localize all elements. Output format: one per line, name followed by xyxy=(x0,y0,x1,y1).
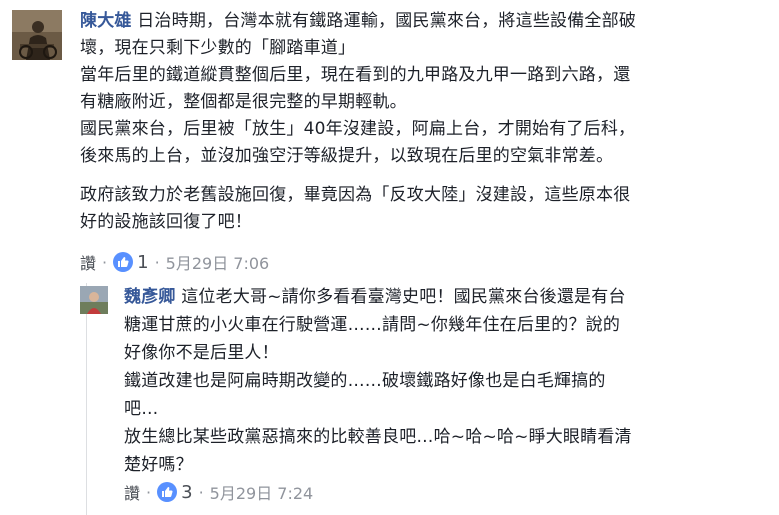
author-name[interactable]: 魏彥卿 xyxy=(124,287,176,307)
reply-meta: 讚 · 3 · 5月29日 7:24 xyxy=(124,480,313,504)
comment-line: 好的設施該回復了吧！ xyxy=(80,212,252,232)
reply-thread-line xyxy=(86,283,87,515)
avatar[interactable] xyxy=(12,10,62,60)
comment-line: 楚好嗎？ xyxy=(124,455,193,475)
comment-line: 後來馬的上台，並沒加強空汙等級提升，以致現在后里的空氣非常差。 xyxy=(80,146,614,166)
like-button[interactable]: 讚 xyxy=(124,480,140,504)
comment-line: 壞，現在只剩下少數的「腳踏車道」 xyxy=(80,38,356,58)
comment-line: 日治時期，台灣本就有鐵路運輸，國民黨來台，將這些設備全部破 xyxy=(137,11,637,31)
timestamp[interactable]: 5月29日 7:24 xyxy=(210,480,314,504)
comment-line: 國民黨來台，后里被「放生」40年沒建設，阿扁上台，才開始有了后科， xyxy=(80,119,636,139)
timestamp[interactable]: 5月29日 7:06 xyxy=(166,250,270,274)
thumbs-up-icon[interactable] xyxy=(157,482,178,502)
comment-line: 吧… xyxy=(124,399,159,419)
comment-line: 政府該致力於老舊設施回復，畢竟因為「反攻大陸」沒建設，這些原本很 xyxy=(80,185,631,205)
avatar[interactable] xyxy=(80,286,108,314)
reply-text: 魏彥卿 這位老大哥~請你多看看臺灣史吧！國民黨來台後還是有台 糖運甘蔗的小火車在… xyxy=(124,283,774,479)
comment-line: 糖運甘蔗的小火車在行駛營運……請問~你幾年住在后里的？說的 xyxy=(124,315,621,335)
comment-line: 放生總比某些政黨惡搞來的比較善良吧…哈~哈~哈~睜大眼睛看清 xyxy=(124,427,632,447)
comment-line: 這位老大哥~請你多看看臺灣史吧！國民黨來台後還是有台 xyxy=(181,287,626,307)
like-button[interactable]: 讚 xyxy=(80,250,96,274)
comment-line: 好像你不是后里人！ xyxy=(124,343,279,363)
separator: · xyxy=(102,252,108,272)
comment-line: 有糖廠附近，整個都是很完整的早期輕軌。 xyxy=(80,92,407,112)
separator: · xyxy=(198,482,204,502)
comment-line: 鐵道改建也是阿扁時期改變的……破壞鐵路好像也是白毛輝搞的 xyxy=(124,371,606,391)
comment-text: 陳大雄 日治時期，台灣本就有鐵路運輸，國民黨來台，將這些設備全部破 壞，現在只剩… xyxy=(80,8,770,236)
separator: · xyxy=(154,252,160,272)
separator: · xyxy=(146,482,152,502)
author-name[interactable]: 陳大雄 xyxy=(80,11,132,31)
thumbs-up-icon[interactable] xyxy=(113,252,134,272)
comment-line: 當年后里的鐵道縱貫整個后里，現在看到的九甲路及九甲一路到六路，還 xyxy=(80,65,631,85)
comment-meta: 讚 · 1 · 5月29日 7:06 xyxy=(80,250,269,274)
like-count[interactable]: 3 xyxy=(181,482,192,503)
like-count[interactable]: 1 xyxy=(137,252,148,273)
